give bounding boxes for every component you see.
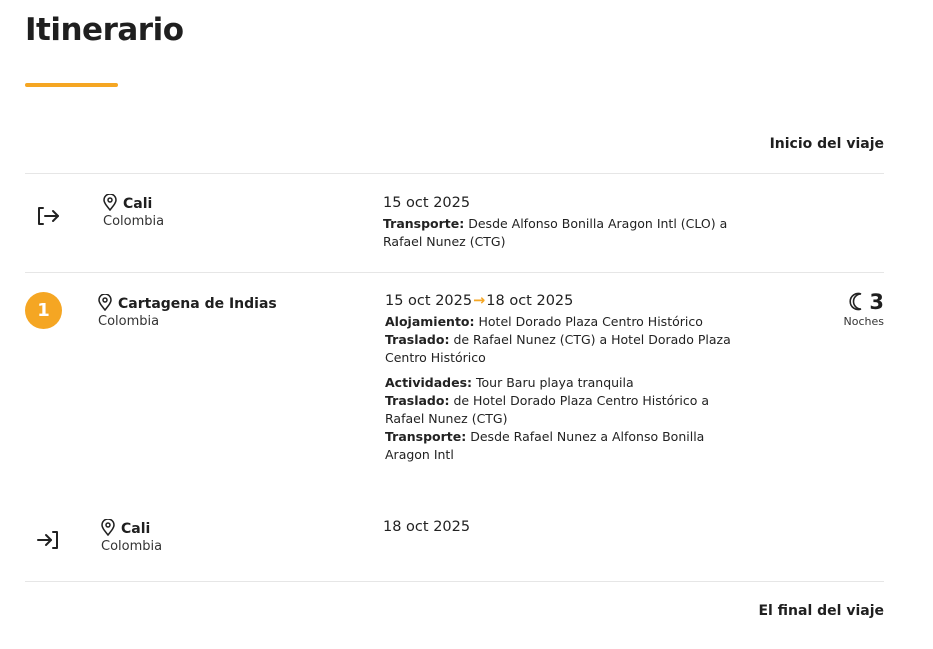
location-pin-icon xyxy=(101,519,115,536)
nights-count: 3 Noches xyxy=(843,290,884,328)
stop-number-badge: 1 xyxy=(25,292,62,329)
location-pin-icon xyxy=(98,294,112,311)
stop-country: Colombia xyxy=(101,539,163,554)
detail-transport: Transporte: Desde Alfonso Bonilla Aragon… xyxy=(383,216,728,249)
detail-transfer: Traslado: de Hotel Dorado Plaza Centro H… xyxy=(385,393,710,426)
arrow-enter-icon xyxy=(37,531,58,549)
stop-country: Colombia xyxy=(98,314,160,329)
stop-city: Cali xyxy=(121,521,151,537)
stop-country: Colombia xyxy=(103,214,165,229)
arrow-exit-icon xyxy=(38,207,59,225)
stop-city: Cartagena de Indias xyxy=(118,296,277,312)
divider xyxy=(25,581,884,582)
moon-icon xyxy=(849,292,862,311)
detail-lodging: Alojamiento: Hotel Dorado Plaza Centro H… xyxy=(385,314,703,329)
divider xyxy=(25,272,884,273)
stop-date-range: 15 oct 2025→18 oct 2025 xyxy=(385,293,574,309)
divider xyxy=(25,173,884,174)
trip-end-label: El final del viaje xyxy=(758,603,884,619)
title-underline xyxy=(25,83,118,87)
nights-label: Noches xyxy=(843,315,884,328)
page-title: Itinerario xyxy=(25,12,184,48)
stop-city: Cali xyxy=(123,196,153,212)
stop-date: 15 oct 2025 xyxy=(383,195,471,211)
detail-transport: Transporte: Desde Rafael Nunez a Alfonso… xyxy=(385,429,705,462)
arrow-right-icon: → xyxy=(473,293,486,309)
location-pin-icon xyxy=(103,194,117,211)
stop-date: 18 oct 2025 xyxy=(383,519,471,535)
detail-activities: Actividades: Tour Baru playa tranquila xyxy=(385,375,634,390)
trip-start-label: Inicio del viaje xyxy=(769,136,884,152)
detail-transfer: Traslado: de Rafael Nunez (CTG) a Hotel … xyxy=(385,332,731,365)
